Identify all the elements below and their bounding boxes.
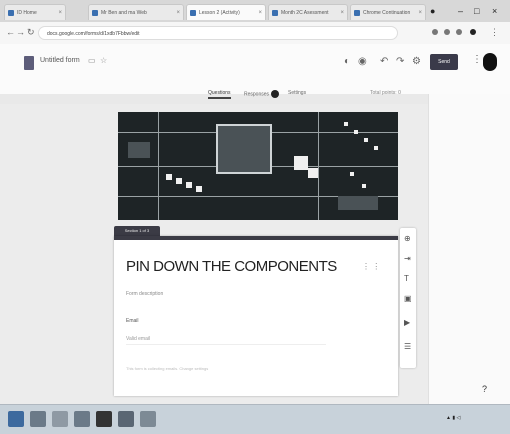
browser-tab[interactable]: Month 2C Asessment × (268, 4, 348, 20)
reload-icon[interactable]: ↻ (27, 27, 35, 38)
response-count-badge (271, 90, 280, 98)
undo-icon[interactable]: ↶ (380, 56, 388, 67)
email-collection-note[interactable]: This form is collecting emails. Change s… (126, 366, 208, 371)
card-more-icon[interactable]: ⋮ ⋮ (362, 262, 380, 271)
settings-icon[interactable]: ⚙ (412, 56, 421, 67)
taskbar-app-icon[interactable] (74, 411, 90, 427)
add-section-icon[interactable]: ☰ (404, 342, 411, 351)
field-underline (126, 344, 326, 345)
tab-settings[interactable]: Settings (288, 90, 306, 96)
form-canvas: Section 1 of 3 PIN DOWN THE COMPONENTS ⋮… (0, 104, 428, 404)
close-tab-icon[interactable]: × (258, 5, 262, 20)
browser-tab[interactable]: ID Home × (4, 4, 66, 20)
browser-tab[interactable]: Lesson 2 (Activity) × (186, 4, 266, 20)
tab-responses[interactable]: Responses (244, 90, 280, 98)
taskbar-app-icon[interactable] (140, 411, 156, 427)
close-tab-icon[interactable]: × (418, 5, 422, 20)
site-favicon-icon (354, 10, 360, 16)
site-favicon-icon (92, 10, 98, 16)
tab-label: Chrome Continuation (363, 10, 411, 16)
close-tab-icon[interactable]: × (340, 5, 344, 20)
add-title-icon[interactable]: T (404, 274, 409, 283)
question-toolbar: ⊕ ⇥ T ▣ ▶ ☰ (400, 228, 416, 368)
taskbar-chrome-icon[interactable] (96, 411, 112, 427)
taskbar-app-icon[interactable] (52, 411, 68, 427)
site-favicon-icon (190, 10, 196, 16)
more-options-icon[interactable]: ⋮ (472, 54, 482, 65)
windows-taskbar: ▲ ▮ ◁ (0, 404, 510, 434)
extension-icon[interactable] (456, 29, 462, 35)
tab-questions[interactable]: Questions (208, 90, 231, 99)
system-tray-icon[interactable]: ▲ ▮ ◁ (446, 415, 460, 421)
maximize-icon[interactable]: □ (474, 6, 479, 16)
extension-icon[interactable] (444, 29, 450, 35)
close-window-icon[interactable]: × (492, 6, 497, 16)
tab-label: Lesson 2 (Activity) (199, 10, 240, 16)
browser-menu-icon[interactable]: ⋮ (490, 27, 499, 38)
browser-tab-strip: ID Home × Mr Ben and ma Web × Lesson 2 (… (0, 0, 510, 23)
avatar[interactable] (483, 53, 497, 71)
taskbar-app-icon[interactable] (118, 411, 134, 427)
folder-icon[interactable]: ▭ (88, 56, 96, 65)
redo-icon[interactable]: ↷ (396, 56, 404, 67)
browser-tab[interactable]: Chrome Continuation × (350, 4, 426, 20)
send-button[interactable]: Send (430, 54, 458, 70)
browser-toolbar: ← → ↻ docs.google.com/forms/d/1xdb7Fbbw/… (0, 22, 510, 45)
minimize-icon[interactable]: – (458, 6, 463, 16)
back-icon[interactable]: ← (6, 27, 15, 37)
add-image-icon[interactable]: ▣ (404, 294, 412, 303)
preview-icon[interactable]: ◉ (358, 56, 367, 67)
right-margin (428, 94, 510, 404)
address-bar[interactable]: docs.google.com/forms/d/1xdb7Fbbw/edit (38, 26, 398, 40)
add-question-icon[interactable]: ⊕ (404, 234, 411, 243)
document-title[interactable]: Untitled form (40, 57, 80, 64)
import-questions-icon[interactable]: ⇥ (404, 254, 411, 263)
account-icon[interactable] (470, 29, 476, 35)
tab-responses-label: Responses (244, 91, 270, 98)
help-icon[interactable]: ? (482, 384, 487, 394)
browser-tab[interactable]: Mr Ben and ma Web × (88, 4, 184, 20)
form-description[interactable]: Form description (126, 291, 163, 297)
tab-label: ID Home (17, 10, 37, 16)
tab-label: Month 2C Asessment (281, 10, 329, 16)
forms-logo-icon[interactable] (24, 56, 34, 70)
form-title[interactable]: PIN DOWN THE COMPONENTS (126, 258, 337, 275)
site-favicon-icon (272, 10, 278, 16)
forward-icon[interactable]: → (16, 27, 25, 37)
palette-icon[interactable]: ◐ (344, 56, 350, 67)
total-points: Total points: 0 (370, 90, 401, 96)
add-video-icon[interactable]: ▶ (404, 318, 410, 327)
header-image (118, 112, 398, 220)
section-label: Section 1 of 3 (114, 226, 160, 236)
close-tab-icon[interactable]: × (58, 5, 62, 20)
star-icon[interactable]: ☆ (100, 56, 107, 65)
email-label: Email (126, 318, 139, 324)
profile-icon[interactable]: ● (430, 6, 435, 16)
forms-header: Untitled form ▭ ☆ ◐ ◉ ↶ ↷ ⚙ Send ⋮ (0, 44, 510, 94)
extension-icon[interactable] (432, 29, 438, 35)
tab-label: Mr Ben and ma Web (101, 10, 147, 16)
form-header-card[interactable]: PIN DOWN THE COMPONENTS ⋮ ⋮ Form descrip… (114, 236, 398, 396)
taskbar-app-icon[interactable] (30, 411, 46, 427)
site-favicon-icon (8, 10, 14, 16)
email-field[interactable]: Valid email (126, 336, 150, 342)
start-icon[interactable] (8, 411, 24, 427)
close-tab-icon[interactable]: × (176, 5, 180, 20)
